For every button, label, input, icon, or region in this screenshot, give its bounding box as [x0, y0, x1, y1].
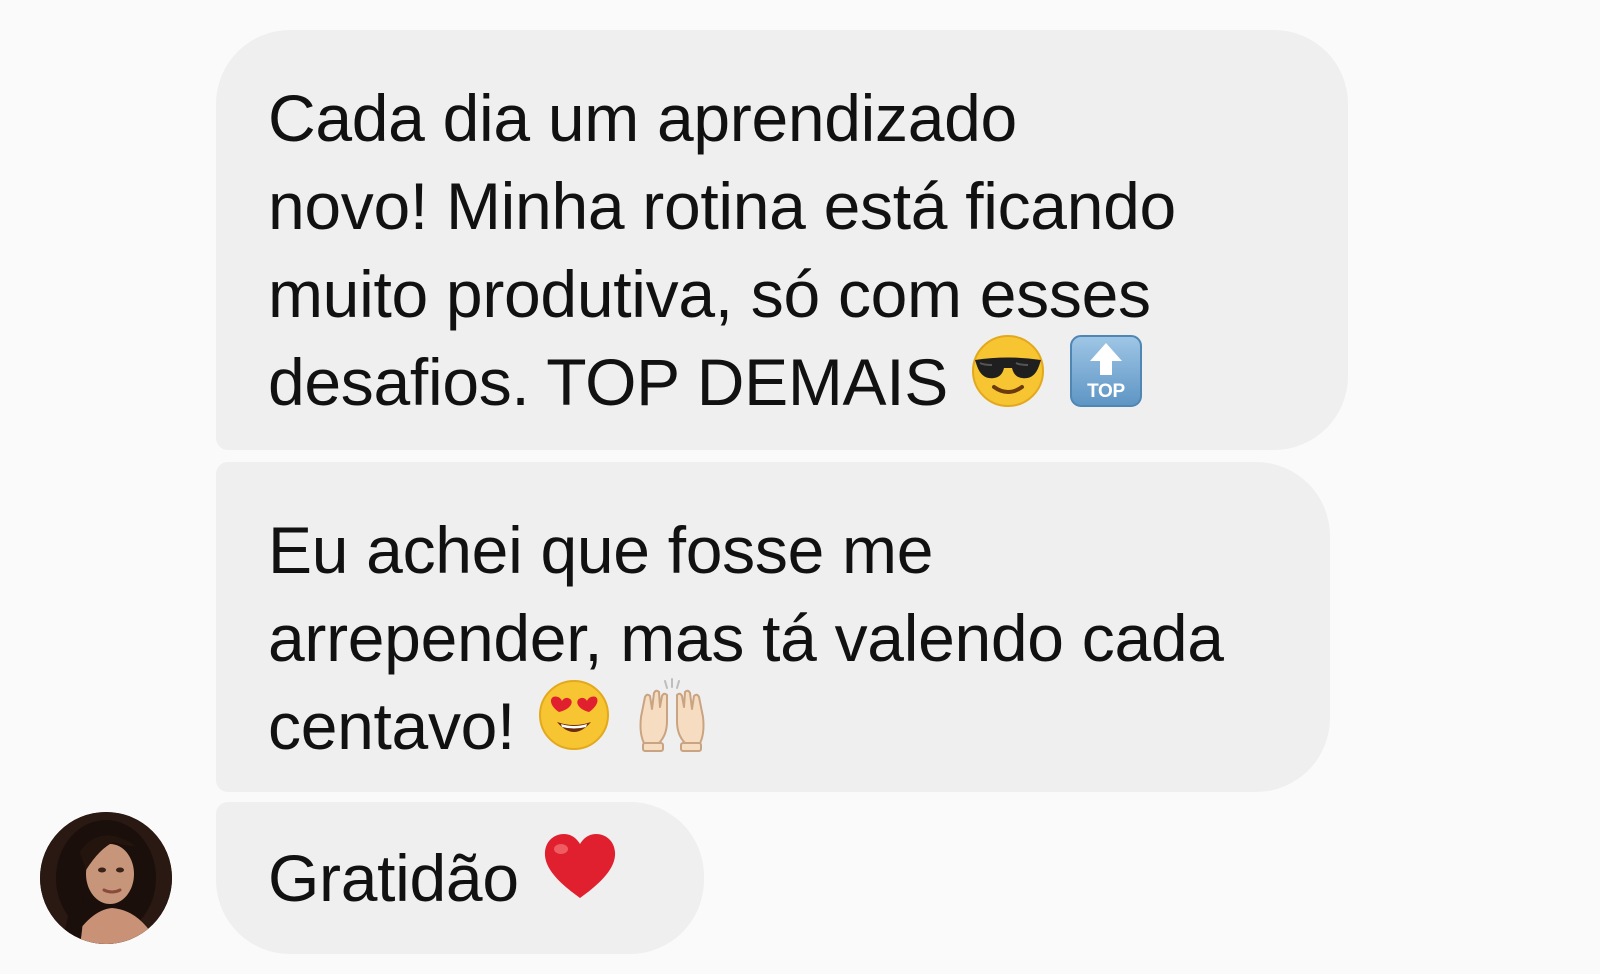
smiling-face-with-sunglasses-icon	[970, 333, 1046, 430]
message-line: muito produtiva, só com esses	[268, 257, 1151, 331]
message-line-with-emoji: desafios. TOP DEMAIS TOP	[268, 335, 1296, 436]
message-line-text: desafios. TOP DEMAIS	[268, 345, 948, 419]
message-bubble-1[interactable]: Cada dia um aprendizado novo! Minha roti…	[216, 30, 1348, 450]
message-bubble-2[interactable]: Eu achei que fosse me arrepender, mas tá…	[216, 462, 1330, 792]
message-bubble-3[interactable]: Gratidão	[216, 802, 704, 954]
message-line: Eu achei que fosse me	[268, 513, 934, 587]
red-heart-icon	[541, 832, 619, 923]
message-line: Cada dia um aprendizado	[268, 81, 1017, 155]
top-arrow-icon: TOP	[1068, 333, 1144, 430]
message-line: arrepender, mas tá valendo cada	[268, 601, 1224, 675]
raising-hands-icon	[633, 677, 711, 774]
svg-text:TOP: TOP	[1087, 381, 1125, 402]
message-line: novo! Minha rotina está ficando	[268, 169, 1176, 243]
message-line-text: centavo!	[268, 689, 516, 763]
message-line-text: Gratidão	[268, 841, 519, 915]
smiling-face-with-heart-eyes-icon	[537, 678, 611, 773]
user-avatar[interactable]	[40, 812, 172, 944]
message-line-with-emoji: Gratidão	[268, 834, 652, 929]
message-line-with-emoji: centavo!	[268, 678, 1278, 780]
